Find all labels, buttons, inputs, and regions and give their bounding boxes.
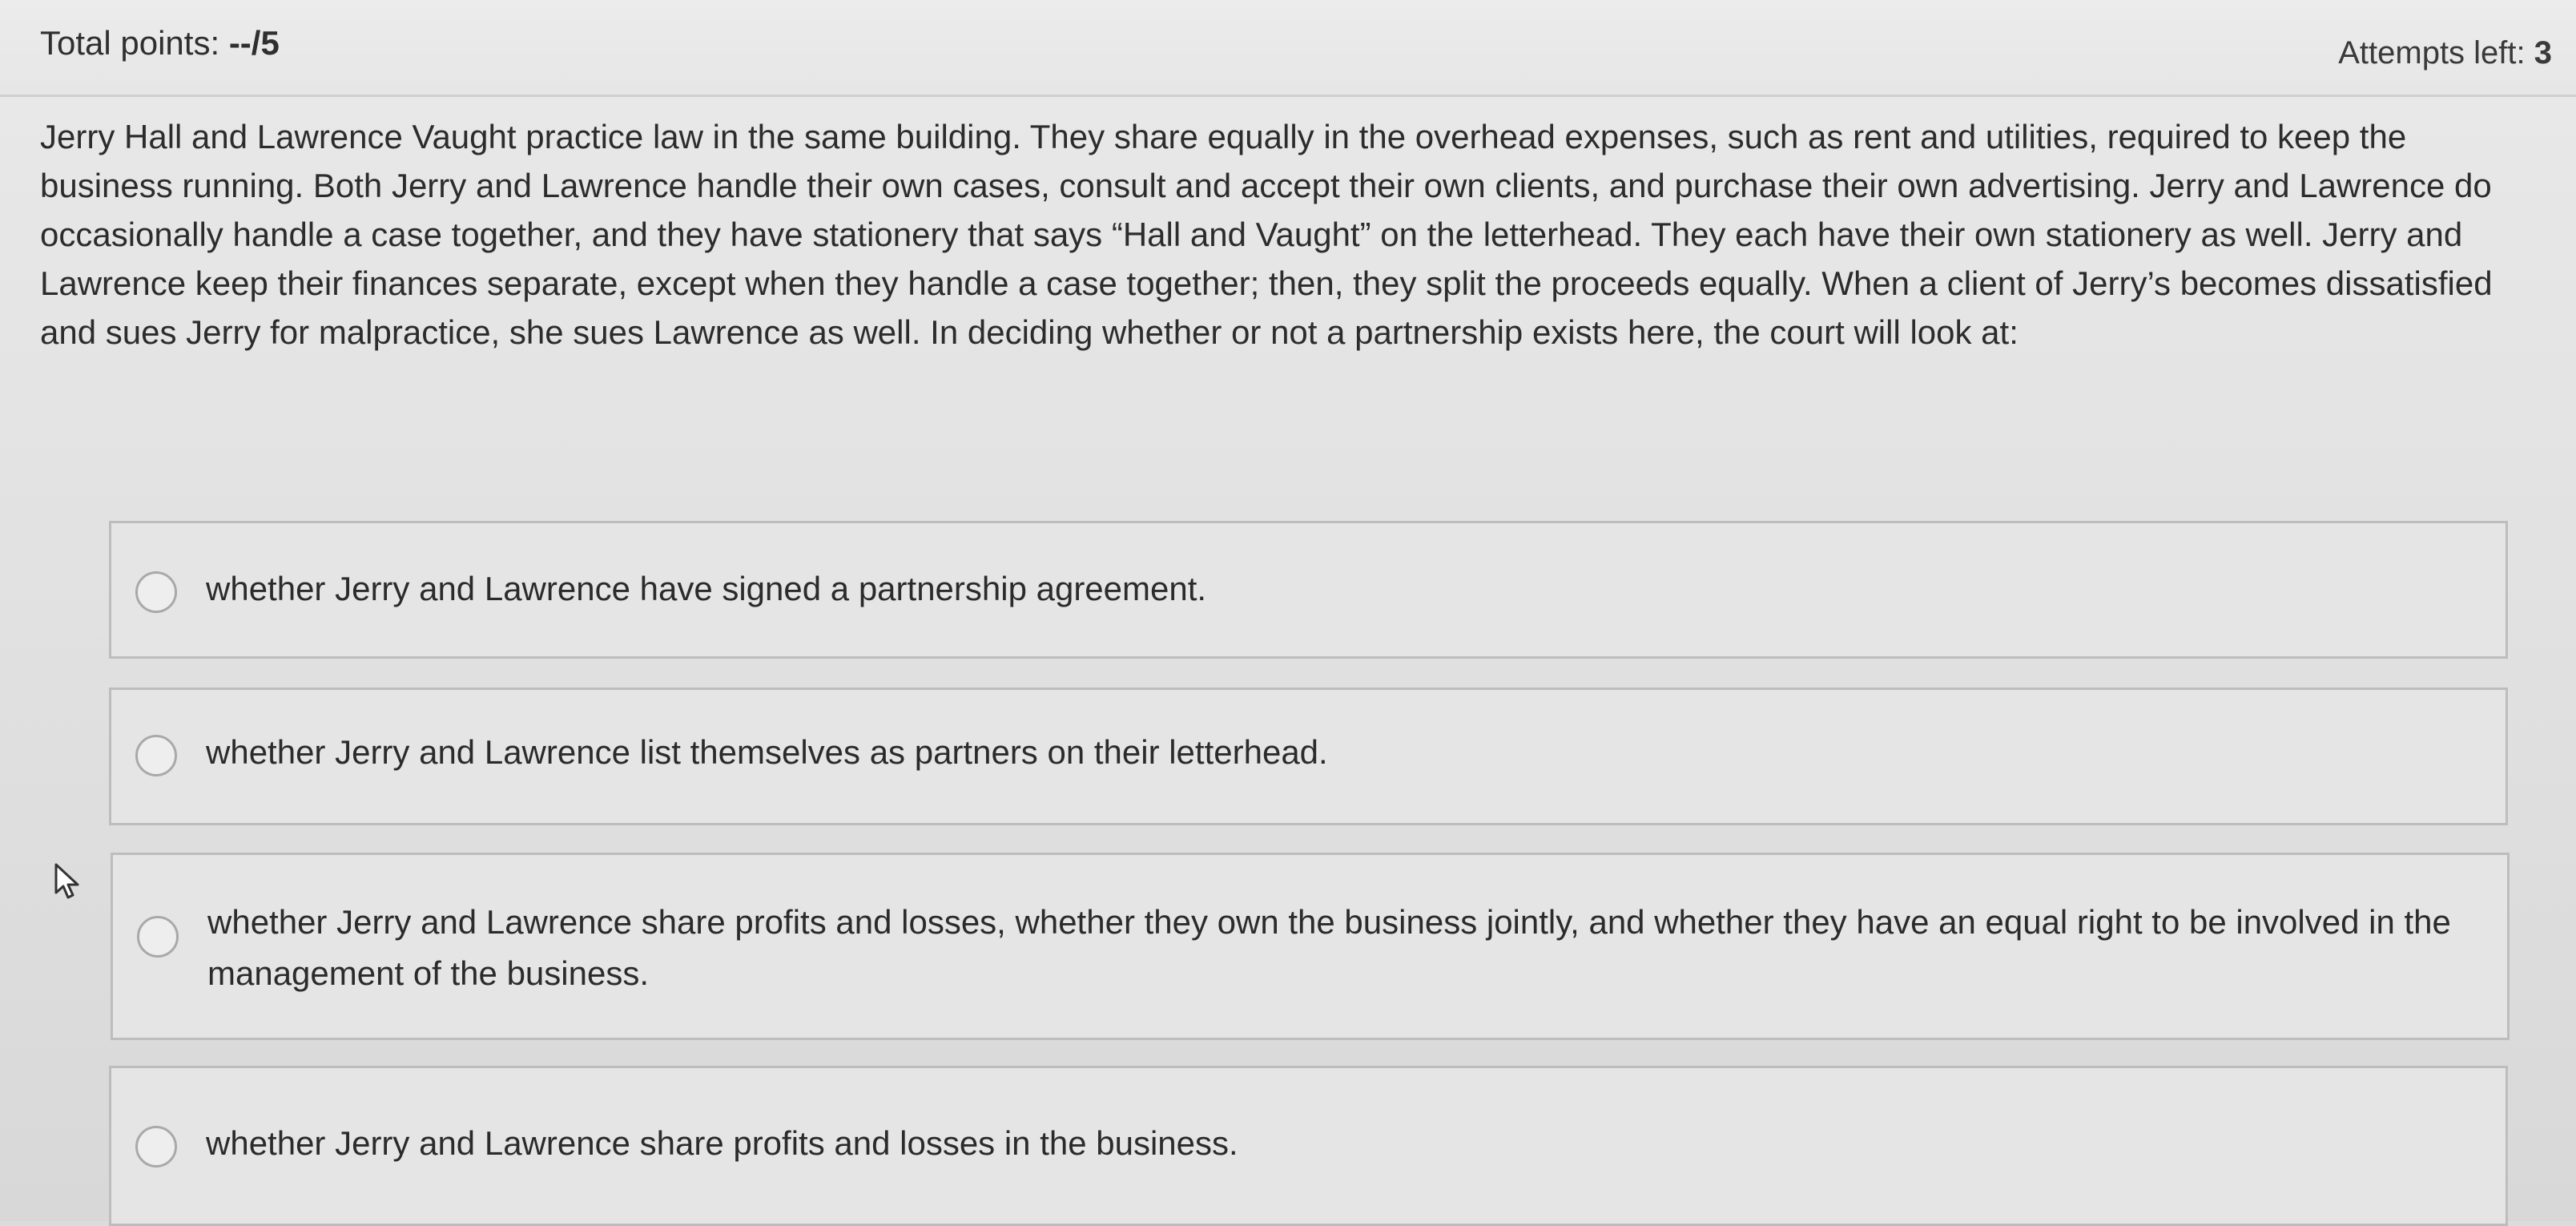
answer-option-label: whether Jerry and Lawrence list themselv… xyxy=(206,733,1328,771)
answer-option-1[interactable]: whether Jerry and Lawrence have signed a… xyxy=(109,521,2508,659)
answer-option-3[interactable]: whether Jerry and Lawrence share profits… xyxy=(111,853,2510,1040)
quiz-page: Total points: --/5 Attempts left: 3 Jerr… xyxy=(0,0,2576,1226)
answer-option-2[interactable]: whether Jerry and Lawrence list themselv… xyxy=(109,688,2508,825)
attempts-left-value: 3 xyxy=(2534,35,2552,71)
question-text: Jerry Hall and Lawrence Vaught practice … xyxy=(40,118,2493,351)
answer-option-label: whether Jerry and Lawrence have signed a… xyxy=(206,570,1207,607)
radio-button[interactable] xyxy=(135,571,177,613)
attempts-left: Attempts left: 3 xyxy=(2338,35,2552,71)
total-points: Total points: --/5 xyxy=(40,24,280,63)
answer-option-4[interactable]: whether Jerry and Lawrence share profits… xyxy=(109,1066,2508,1226)
mouse-pointer-icon xyxy=(54,863,79,899)
answer-option-label: whether Jerry and Lawrence share profits… xyxy=(207,903,2451,992)
total-points-value: --/5 xyxy=(228,24,280,62)
answer-option-label: whether Jerry and Lawrence share profits… xyxy=(206,1124,1238,1162)
radio-button[interactable] xyxy=(135,1126,177,1168)
attempts-left-label: Attempts left: xyxy=(2338,35,2534,71)
radio-button[interactable] xyxy=(137,916,179,958)
total-points-label: Total points: xyxy=(40,24,229,62)
quiz-header: Total points: --/5 Attempts left: 3 xyxy=(0,0,2576,97)
radio-button[interactable] xyxy=(135,735,177,776)
